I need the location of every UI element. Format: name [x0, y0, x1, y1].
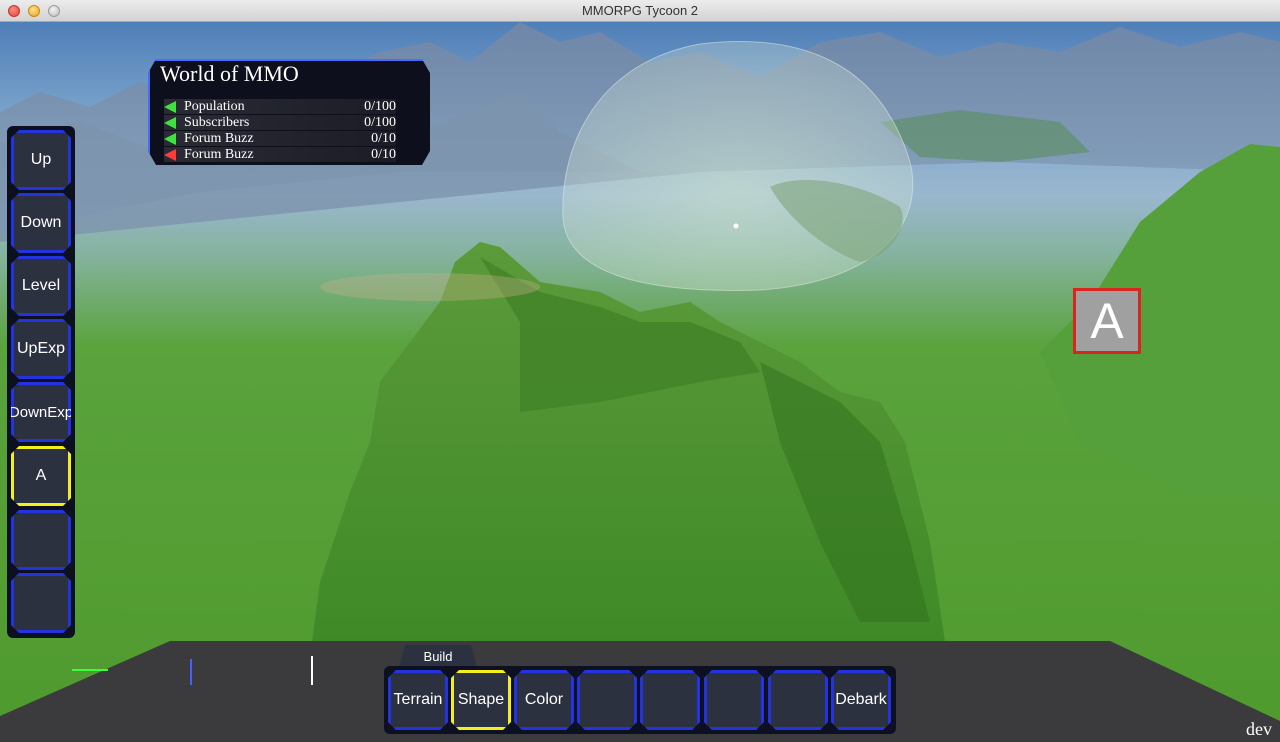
- stat-label: Forum Buzz: [184, 147, 254, 162]
- stat-value: 0/100: [364, 99, 396, 114]
- build-empty-slot-1[interactable]: [577, 670, 637, 730]
- arrow-left-icon: [164, 149, 176, 161]
- stat-row-population: Population 0/100: [164, 99, 396, 114]
- tool-a-button[interactable]: A: [11, 446, 71, 506]
- world-name: World of MMO: [160, 61, 299, 86]
- tab-build[interactable]: Build: [399, 645, 477, 667]
- window-title: MMORPG Tycoon 2: [581, 3, 699, 18]
- game-viewport[interactable]: World of MMO Population 0/100 Subscriber…: [0, 22, 1280, 742]
- build-toolbar: Terrain Shape Color Debark: [384, 666, 896, 734]
- tool-level-button[interactable]: Level: [11, 256, 71, 316]
- arrow-left-icon: [164, 101, 176, 113]
- dome-center-point: [733, 223, 739, 229]
- build-color-button[interactable]: Color: [514, 670, 574, 730]
- build-terrain-button[interactable]: Terrain: [388, 670, 448, 730]
- tool-down-button[interactable]: Down: [11, 193, 71, 253]
- world-stats-panel: World of MMO Population 0/100 Subscriber…: [148, 59, 430, 165]
- build-empty-slot-2[interactable]: [640, 670, 700, 730]
- tool-downexp-button[interactable]: DownExp: [11, 382, 71, 442]
- tool-empty-slot-1[interactable]: [11, 510, 71, 570]
- tool-upexp-button[interactable]: UpExp: [11, 319, 71, 379]
- build-debark-button[interactable]: Debark: [831, 670, 891, 730]
- stat-row-forum-buzz-negative: Forum Buzz 0/10: [164, 147, 396, 162]
- build-empty-slot-3[interactable]: [704, 670, 764, 730]
- stat-label: Forum Buzz: [184, 131, 254, 146]
- stat-value: 0/10: [371, 131, 396, 146]
- ground-haze: [320, 273, 540, 301]
- tool-up-button[interactable]: Up: [11, 130, 71, 190]
- terrain-tool-column: Up Down Level UpExp DownExp A: [7, 126, 75, 638]
- stat-row-subscribers: Subscribers 0/100: [164, 115, 396, 130]
- arrow-left-icon: [164, 117, 176, 129]
- dev-build-label: dev: [1246, 719, 1272, 739]
- stat-value: 0/10: [371, 147, 396, 162]
- waypoint-marker-a[interactable]: A: [1073, 288, 1141, 354]
- stat-row-forum-buzz: Forum Buzz 0/10: [164, 131, 396, 146]
- tool-empty-slot-2[interactable]: [11, 573, 71, 633]
- stat-value: 0/100: [364, 115, 396, 130]
- arrow-left-icon: [164, 133, 176, 145]
- stat-label: Subscribers: [184, 115, 250, 130]
- build-empty-slot-4[interactable]: [768, 670, 828, 730]
- build-shape-button[interactable]: Shape: [451, 670, 511, 730]
- stat-label: Population: [184, 99, 245, 114]
- window-titlebar: MMORPG Tycoon 2: [0, 0, 1280, 22]
